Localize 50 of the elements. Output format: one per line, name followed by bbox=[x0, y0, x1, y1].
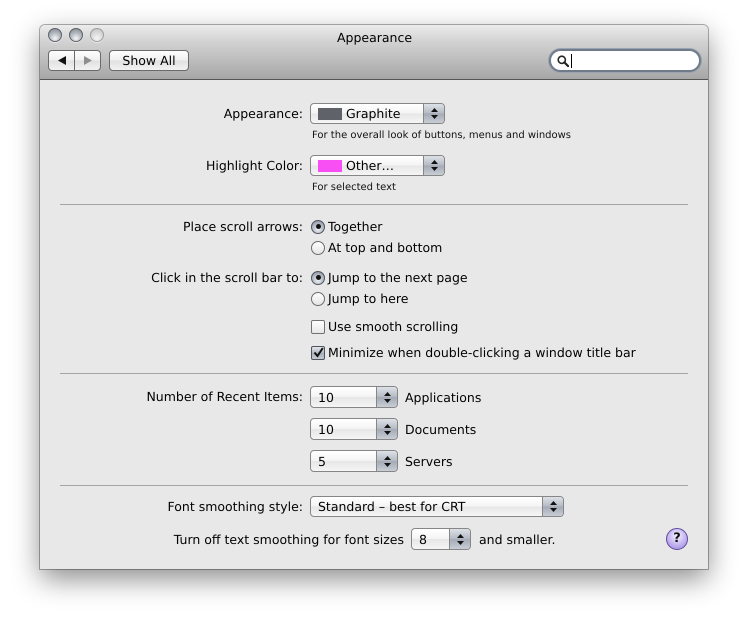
minimize-button[interactable] bbox=[69, 28, 83, 42]
radio-button[interactable] bbox=[311, 220, 325, 234]
radio-label[interactable]: Together bbox=[328, 219, 382, 234]
up-down-arrows-icon bbox=[376, 451, 397, 471]
up-down-arrows-icon bbox=[376, 387, 397, 407]
field-label: Click in the scroll bar to: bbox=[151, 270, 303, 285]
close-button[interactable] bbox=[48, 28, 62, 42]
dropdown[interactable]: 5 bbox=[310, 450, 398, 472]
field-label: Highlight Color: bbox=[206, 158, 303, 173]
dropdown[interactable]: 10 bbox=[310, 418, 398, 440]
checkbox-label[interactable]: Minimize when double-clicking a window title bar bbox=[328, 345, 636, 360]
window-title: Appearance bbox=[336, 30, 412, 45]
dropdown[interactable]: Other… bbox=[310, 155, 445, 176]
field-label: Font smoothing style: bbox=[168, 499, 303, 514]
radio-label[interactable]: At top and bottom bbox=[328, 240, 442, 255]
right-triangle-icon bbox=[84, 56, 92, 65]
show-all-button[interactable]: Show All bbox=[109, 50, 189, 71]
field-label: Number of Recent Items: bbox=[146, 389, 303, 404]
hint-text: For the overall look of buttons, menus and windows bbox=[312, 129, 572, 143]
up-down-arrows-icon bbox=[376, 419, 397, 439]
dropdown[interactable]: Graphite bbox=[310, 103, 445, 124]
dropdown[interactable]: 10 bbox=[310, 386, 398, 408]
checkbox-label[interactable]: Use smooth scrolling bbox=[328, 319, 458, 334]
checkbox[interactable] bbox=[311, 320, 325, 334]
dropdown[interactable]: Standard – best for CRT bbox=[310, 496, 564, 517]
field-label: Appearance: bbox=[224, 106, 303, 121]
up-down-arrows-icon bbox=[542, 497, 563, 516]
left-triangle-icon bbox=[58, 56, 66, 65]
back-button[interactable] bbox=[48, 50, 75, 71]
radio-button[interactable] bbox=[311, 292, 325, 306]
suffix-label: Applications bbox=[405, 390, 482, 404]
up-down-arrows-icon bbox=[423, 104, 444, 123]
field-label: Turn off text smoothing for font sizes bbox=[174, 532, 404, 546]
help-button[interactable]: ? bbox=[666, 528, 688, 550]
suffix-label: and smaller. bbox=[479, 532, 556, 546]
search-field[interactable] bbox=[549, 49, 701, 72]
search-icon bbox=[557, 54, 569, 66]
radio-button[interactable] bbox=[311, 270, 325, 284]
field-label: Place scroll arrows: bbox=[182, 219, 303, 234]
suffix-label: Documents bbox=[405, 422, 476, 436]
radio-label[interactable]: Jump to the next page bbox=[328, 270, 468, 285]
dropdown[interactable]: 8 bbox=[411, 528, 471, 550]
up-down-arrows-icon bbox=[423, 156, 444, 175]
radio-label[interactable]: Jump to here bbox=[328, 291, 408, 306]
suffix-label: Servers bbox=[405, 454, 453, 468]
hint-text: For selected text bbox=[312, 181, 397, 195]
up-down-arrows-icon bbox=[449, 529, 470, 549]
text-cursor-icon bbox=[571, 54, 572, 68]
radio-button[interactable] bbox=[311, 240, 325, 254]
checkbox[interactable] bbox=[311, 346, 325, 360]
